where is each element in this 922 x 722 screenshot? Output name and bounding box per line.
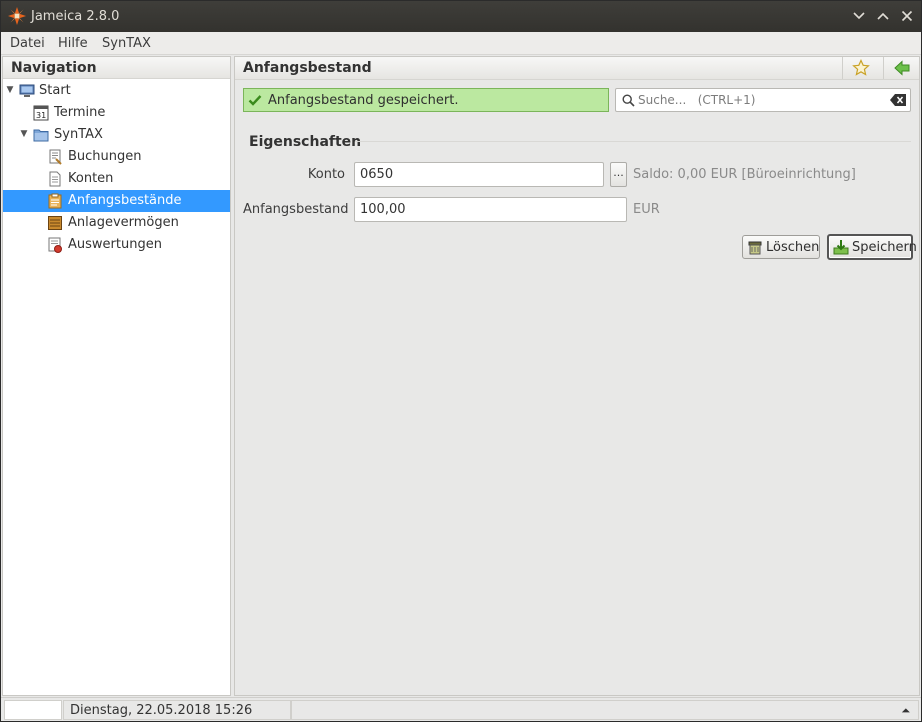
trash-icon — [748, 241, 762, 255]
collapse-triangle-icon[interactable]: ▼ — [19, 129, 29, 139]
nav-item-label: Anlagevermögen — [68, 215, 179, 230]
expand-up-icon[interactable]: ⏶ — [901, 704, 910, 718]
menu-datei[interactable]: Datei — [10, 36, 45, 51]
window-title: Jameica 2.8.0 — [31, 9, 120, 24]
nav-item-label: Auswertungen — [68, 237, 162, 252]
back-button[interactable] — [883, 57, 919, 79]
chevron-up-icon — [877, 12, 889, 20]
save-download-icon — [833, 240, 849, 255]
navigation-panel: Navigation ▼ Start 31 Termine ▼ SynTAX B… — [2, 56, 231, 696]
main-header: Anfangsbestand — [235, 57, 919, 80]
bookings-icon — [49, 149, 62, 165]
section-divider — [355, 141, 911, 142]
search-box — [615, 88, 911, 112]
nav-item-buchungen[interactable]: Buchungen — [3, 146, 230, 168]
nav-item-konten[interactable]: Konten — [3, 168, 230, 190]
status-cell-empty — [4, 700, 62, 720]
folder-icon — [33, 129, 49, 142]
application-window: Jameica 2.8.0 Datei Hilfe SynTAX Navigat… — [0, 0, 922, 722]
computer-icon — [19, 84, 35, 97]
nav-item-label: Termine — [54, 105, 106, 120]
clipboard-icon — [48, 193, 62, 209]
jameica-logo-icon — [8, 7, 26, 25]
minimize-button[interactable] — [849, 6, 869, 26]
main-panel: Anfangsbestand Anfangsbestand gespeicher… — [234, 56, 920, 696]
menu-hilfe[interactable]: Hilfe — [58, 36, 88, 51]
document-icon — [49, 171, 61, 187]
nav-item-syntax[interactable]: ▼ SynTAX — [3, 124, 230, 146]
anfangsbestand-input[interactable] — [354, 197, 627, 222]
maximize-button[interactable] — [873, 6, 893, 26]
nav-item-label: Start — [39, 83, 71, 98]
bookmark-button[interactable] — [842, 57, 878, 79]
ledger-icon — [48, 216, 62, 230]
report-icon — [48, 237, 62, 253]
save-button[interactable]: Speichern — [827, 234, 917, 260]
search-input[interactable] — [638, 91, 878, 109]
nav-item-label: Anfangsbestände — [68, 193, 182, 208]
title-bar: Jameica 2.8.0 — [1, 1, 921, 32]
page-title: Anfangsbestand — [243, 60, 372, 76]
checkmark-icon — [248, 95, 262, 106]
navigation-title: Navigation — [11, 60, 97, 76]
nav-item-label: SynTAX — [54, 127, 103, 142]
anfangsbestand-label: Anfangsbestand — [243, 202, 349, 217]
success-text: Anfangsbestand gespeichert. — [268, 93, 459, 108]
nav-item-auswertungen[interactable]: Auswertungen — [3, 234, 230, 256]
star-icon — [852, 59, 870, 76]
nav-item-anlagevermoegen[interactable]: Anlagevermögen — [3, 212, 230, 234]
navigation-header: Navigation — [3, 57, 230, 79]
currency-label: EUR — [633, 202, 660, 217]
konto-label: Konto — [307, 167, 345, 182]
nav-item-anfangsbestaende[interactable]: Anfangsbestände — [3, 190, 230, 212]
status-bar: Dienstag, 22.05.2018 15:26 ⏶ — [1, 697, 921, 721]
konto-input[interactable] — [354, 162, 604, 187]
search-icon — [622, 94, 635, 107]
konto-saldo-hint: Saldo: 0,00 EUR [Büroeinrichtung] — [633, 167, 856, 182]
nav-item-termine[interactable]: 31 Termine — [3, 102, 230, 124]
status-datetime-text: Dienstag, 22.05.2018 15:26 — [70, 703, 253, 718]
nav-item-label: Konten — [68, 171, 114, 186]
collapse-triangle-icon[interactable]: ▼ — [5, 85, 15, 95]
success-message: Anfangsbestand gespeichert. — [243, 88, 609, 112]
chevron-down-icon — [853, 12, 865, 20]
delete-button-label: Löschen — [766, 240, 820, 255]
konto-select-button[interactable]: ... — [610, 162, 627, 187]
status-log-area: ⏶ — [291, 700, 919, 720]
nav-item-start[interactable]: ▼ Start — [3, 80, 230, 102]
clear-search-icon[interactable] — [890, 94, 906, 106]
status-datetime: Dienstag, 22.05.2018 15:26 — [63, 700, 291, 720]
menu-syntax[interactable]: SynTAX — [102, 36, 151, 51]
nav-item-label: Buchungen — [68, 149, 142, 164]
close-button[interactable] — [897, 6, 917, 26]
back-arrow-icon — [894, 60, 910, 76]
calendar-icon: 31 — [33, 105, 49, 121]
save-button-label: Speichern — [852, 240, 917, 255]
menu-bar: Datei Hilfe SynTAX — [1, 32, 921, 55]
section-title: Eigenschaften — [249, 134, 362, 150]
svg-text:31: 31 — [36, 111, 46, 120]
delete-button[interactable]: Löschen — [742, 235, 820, 259]
close-icon — [901, 10, 913, 22]
